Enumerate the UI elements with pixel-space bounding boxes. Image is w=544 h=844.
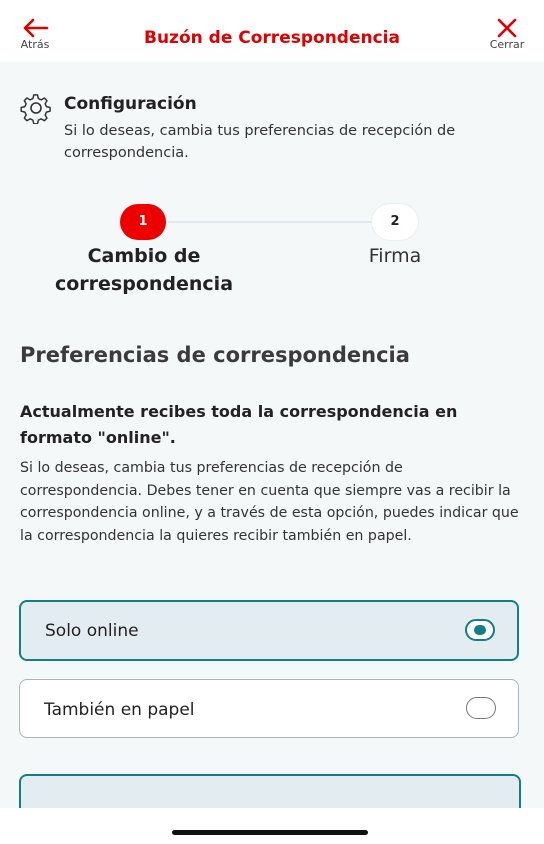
step-1-indicator: 1 (120, 204, 166, 240)
configuration-text: Si lo deseas, cambia tus preferencias de… (64, 123, 456, 161)
step-2-indicator: 2 (372, 204, 418, 240)
gear-icon (20, 94, 51, 124)
close-button[interactable]: Cerrar (484, 18, 530, 51)
step-1-label: Cambio de correspondencia (54, 245, 234, 295)
option-solo-online[interactable]: Solo online (19, 600, 519, 661)
close-icon (497, 18, 517, 38)
page-title: Buzón de Correspondencia (144, 28, 400, 48)
current-preference-text: Actualmente recibes toda la corresponden… (20, 402, 458, 447)
option-label: También en papel (44, 700, 195, 720)
configuration-title: Configuración (64, 94, 197, 114)
stepper-line (168, 221, 374, 223)
option-tambien-en-papel[interactable]: También en papel (19, 679, 519, 738)
bottom-bar (0, 808, 544, 844)
radio-selected[interactable] (465, 619, 495, 641)
radio-dot (474, 625, 486, 635)
section-title: Preferencias de correspondencia (20, 343, 410, 367)
stepper: 1 2 Cambio de correspondencia Firma (0, 200, 544, 300)
step-2-label: Firma (368, 245, 422, 267)
section-description: Si lo deseas, cambia tus preferencias de… (20, 460, 519, 544)
home-indicator (172, 830, 368, 835)
radio-unselected[interactable] (466, 697, 496, 719)
option-label: Solo online (45, 621, 139, 641)
close-label: Cerrar (489, 38, 525, 51)
app-header: Atrás Buzón de Correspondencia Cerrar (0, 0, 544, 62)
